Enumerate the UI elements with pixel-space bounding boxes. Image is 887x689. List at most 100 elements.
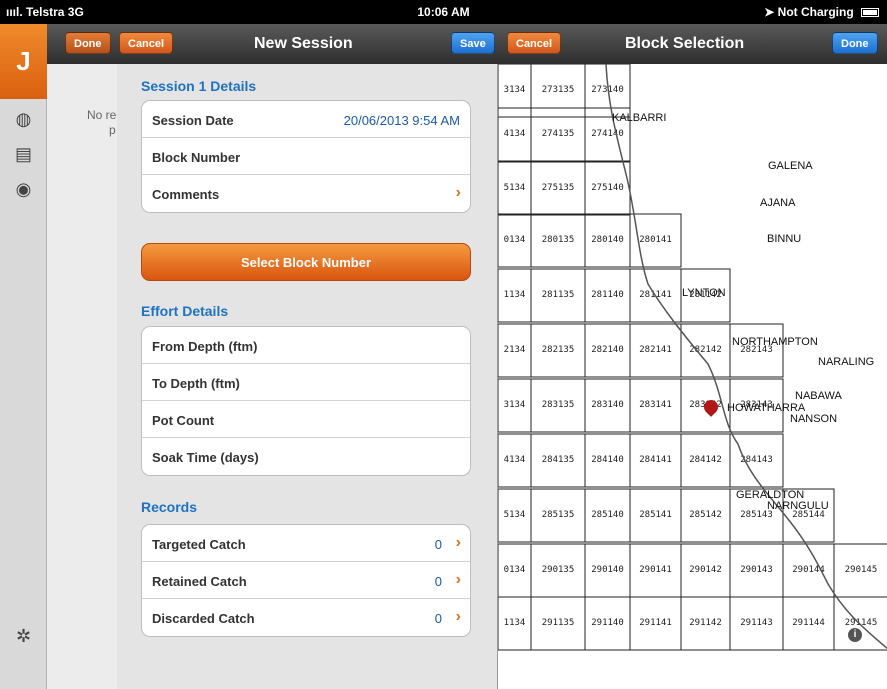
block-number-label: 4134: [504, 129, 526, 139]
chevron-right-icon: ›: [455, 608, 461, 625]
globe-icon[interactable]: ◍: [0, 109, 47, 130]
to-depth-field[interactable]: To Depth (ftm): [142, 364, 470, 401]
chevron-right-icon: ›: [455, 571, 461, 588]
targeted-catch-count: 0: [434, 537, 442, 552]
chevron-right-icon: ›: [455, 184, 461, 201]
from-depth-field[interactable]: From Depth (ftm): [142, 327, 470, 364]
block-number-label: 290141: [639, 565, 672, 575]
empty-message: No re p: [87, 108, 117, 137]
select-block-number-button[interactable]: Select Block Number: [141, 243, 471, 281]
block-map[interactable]: 3134 273135 273140 4134 274135 274140 5134 2751…: [497, 64, 887, 689]
block-number-label: 280140: [591, 235, 624, 245]
session-date-row[interactable]: Session Date 20/06/2013 9:54 AM: [142, 101, 470, 138]
discarded-catch-row[interactable]: Discarded Catch 0 ›: [142, 599, 470, 636]
status-bar: ıııl. Telstra 3G 10:06 AM ➤ Not Charging: [0, 0, 887, 24]
block-number-label: 274140: [591, 129, 624, 139]
session-date-value: 20/06/2013 9:54 AM: [343, 113, 460, 128]
comments-row[interactable]: Comments ›: [142, 175, 470, 212]
page-title: New Session: [254, 35, 353, 52]
block-number-label: 281140: [591, 290, 624, 300]
place-label: BINNU: [767, 233, 802, 245]
app-logo-icon[interactable]: J: [0, 24, 47, 99]
new-session-navbar: Done Cancel New Session Save: [47, 24, 498, 64]
block-number-label: 290144: [792, 565, 825, 575]
block-number-label: 283140: [591, 400, 624, 410]
block-number-label: 3134: [504, 400, 526, 410]
battery-icon: [861, 8, 879, 18]
place-label: NABAWA: [795, 390, 842, 402]
block-number-label: 280135: [542, 235, 575, 245]
block-number-label: 291142: [689, 618, 722, 628]
lifebuoy-icon[interactable]: ◉: [0, 179, 47, 200]
block-number-label: 1134: [504, 290, 526, 300]
effort-details-heading: Effort Details: [141, 303, 229, 319]
background-done-button[interactable]: Done: [65, 32, 111, 54]
block-number-label: 282141: [639, 345, 672, 355]
block-number-label: 282135: [542, 345, 575, 355]
block-number-label: 0134: [504, 565, 526, 575]
block-number-label: 273135: [542, 85, 575, 95]
background-list: No re p: [47, 24, 117, 689]
block-number-label: 2134: [504, 345, 526, 355]
block-number-label: 275135: [542, 183, 575, 193]
block-number-label: 285142: [689, 510, 722, 520]
map-cancel-button[interactable]: Cancel: [507, 32, 562, 54]
block-number-label: 5134: [504, 183, 526, 193]
settings-icon[interactable]: ✲: [0, 626, 47, 647]
block-number-label: 284141: [639, 455, 672, 465]
place-label: KALBARRI: [612, 112, 667, 124]
block-number-label: 290140: [591, 565, 624, 575]
list-icon[interactable]: ▤: [0, 144, 47, 165]
block-number-label: 284140: [591, 455, 624, 465]
block-number-label: 274135: [542, 129, 575, 139]
place-label: NARALING: [818, 356, 875, 368]
block-number-label: 285141: [639, 510, 672, 520]
battery-status: ➤ Not Charging: [764, 5, 879, 19]
map-done-button[interactable]: Done: [832, 32, 878, 54]
cancel-button[interactable]: Cancel: [119, 32, 174, 54]
session-details-group: Session Date 20/06/2013 9:54 AM Block Nu…: [141, 100, 471, 213]
place-label: AJANA: [760, 197, 796, 209]
block-number-label: 3134: [504, 85, 526, 95]
block-number-label: 280141: [639, 235, 672, 245]
clock: 10:06 AM: [417, 5, 470, 19]
place-label: NANSON: [790, 413, 838, 425]
block-number-label: 4134: [504, 455, 526, 465]
left-rail: J ◍ ▤ ◉ ✲: [0, 24, 47, 689]
block-number-label: 283141: [639, 400, 672, 410]
place-label: NORTHAMPTON: [732, 336, 818, 348]
save-button[interactable]: Save: [451, 32, 495, 54]
block-number-label: 290145: [845, 565, 878, 575]
charging-label: ➤ Not Charging: [764, 5, 854, 19]
block-number-label: 1134: [504, 618, 526, 628]
records-heading: Records: [141, 499, 198, 515]
block-number-label: 291145: [845, 618, 878, 628]
place-label: GALENA: [768, 160, 813, 172]
soak-time-field[interactable]: Soak Time (days): [142, 438, 470, 475]
block-number-row[interactable]: Block Number: [142, 138, 470, 175]
block-grid: 3134 273135 2731404134 274135 2741405134 2751…: [498, 64, 887, 651]
records-group: Targeted Catch 0 › Retained Catch 0 › Di…: [141, 524, 471, 637]
block-number-label: 281135: [542, 290, 575, 300]
block-number-label: 291144: [792, 618, 825, 628]
targeted-catch-row[interactable]: Targeted Catch 0 ›: [142, 525, 470, 562]
session-details-heading: Session 1 Details: [141, 78, 257, 94]
place-label: NARNGULU: [767, 500, 829, 512]
pot-count-field[interactable]: Pot Count: [142, 401, 470, 438]
retained-catch-row[interactable]: Retained Catch 0 ›: [142, 562, 470, 599]
block-number-label: 275140: [591, 183, 624, 193]
info-icon[interactable]: i: [848, 628, 862, 642]
retained-catch-count: 0: [434, 574, 442, 589]
block-number-label: 285135: [542, 510, 575, 520]
block-number-label: 0134: [504, 235, 526, 245]
block-number-label: 291135: [542, 618, 575, 628]
effort-details-group: From Depth (ftm) To Depth (ftm) Pot Coun…: [141, 326, 471, 476]
place-label: LYNTON: [682, 287, 726, 299]
block-number-label: 285140: [591, 510, 624, 520]
block-number-label: 291143: [740, 618, 773, 628]
block-number-label: 291141: [639, 618, 672, 628]
block-number-label: 282140: [591, 345, 624, 355]
block-number-label: 290143: [740, 565, 773, 575]
block-number-label: 283135: [542, 400, 575, 410]
block-number-label: 290142: [689, 565, 722, 575]
